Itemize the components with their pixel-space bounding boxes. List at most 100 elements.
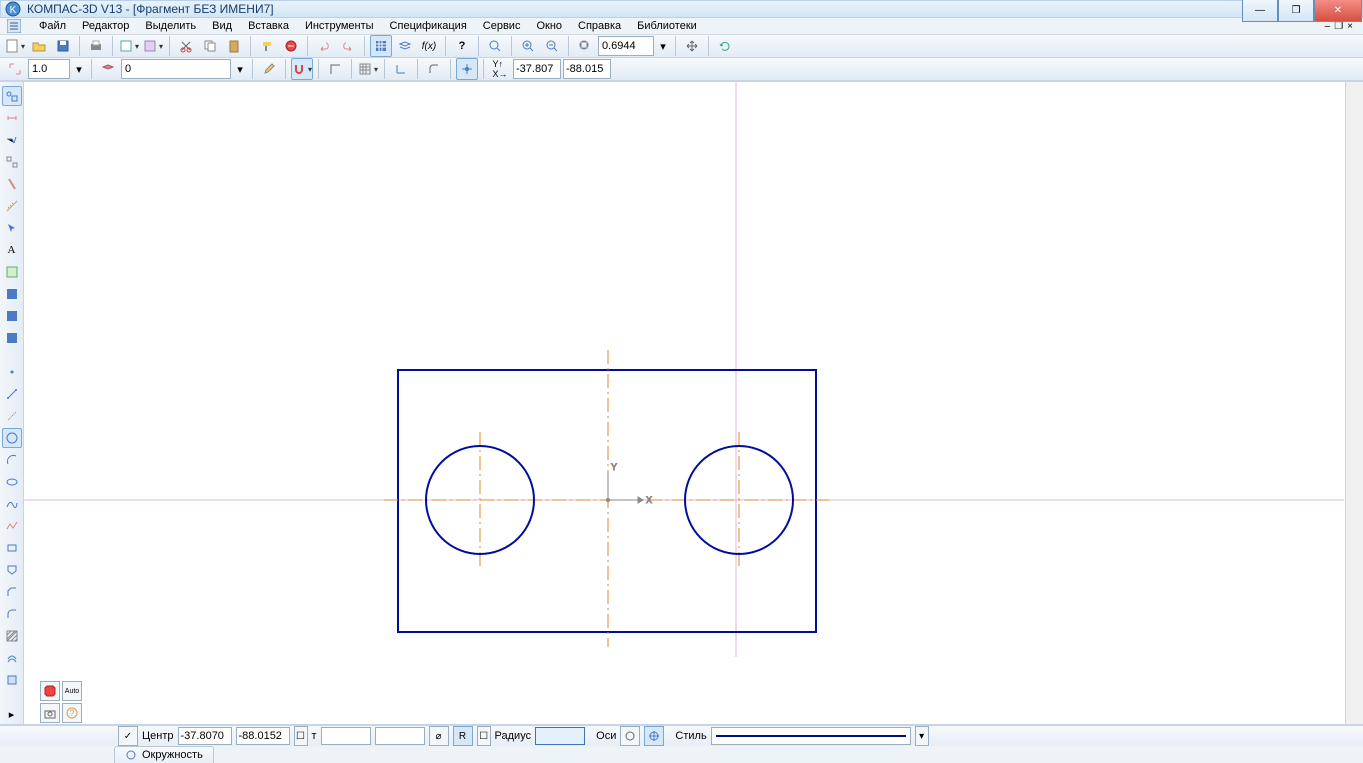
window-maximize-button[interactable]: ❐: [1278, 0, 1314, 22]
tab-circle[interactable]: Окружность: [114, 746, 214, 763]
open-button[interactable]: [28, 35, 50, 57]
t-lock-icon[interactable]: ☐: [294, 726, 308, 746]
preview-button[interactable]: [118, 35, 140, 57]
mdi-restore-icon[interactable]: ❐: [1334, 21, 1343, 32]
rect-tool[interactable]: [2, 538, 22, 558]
edit-panel-icon[interactable]: [2, 152, 22, 172]
radius-toggle[interactable]: R: [453, 726, 473, 746]
insert-panel-icon[interactable]: [2, 306, 22, 326]
mdi-close-icon[interactable]: ×: [1347, 21, 1353, 32]
menu-spec[interactable]: Спецификация: [383, 18, 474, 34]
menu-insert[interactable]: Вставка: [241, 18, 296, 34]
equidistant-tool[interactable]: [2, 648, 22, 668]
vertical-scrollbar[interactable]: [1345, 82, 1363, 724]
last-tool[interactable]: ▸: [2, 704, 22, 724]
zoom-value-input[interactable]: [598, 36, 654, 56]
new-button[interactable]: [4, 35, 26, 57]
window-minimize-button[interactable]: —: [1242, 0, 1278, 22]
save-button[interactable]: [52, 35, 74, 57]
pan-button[interactable]: [681, 35, 703, 57]
format-painter-button[interactable]: [256, 35, 278, 57]
fillet-tool[interactable]: [2, 604, 22, 624]
track-button[interactable]: [456, 58, 478, 80]
zoom-dropdown[interactable]: ▾: [656, 35, 670, 57]
radius-lock-icon[interactable]: ☐: [477, 726, 491, 746]
grid-button[interactable]: [357, 58, 379, 80]
scale-icon[interactable]: [4, 58, 26, 80]
axes-on-button[interactable]: [644, 726, 664, 746]
zoom-out-button[interactable]: [541, 35, 563, 57]
print-button[interactable]: [85, 35, 107, 57]
zoom-window-button[interactable]: [484, 35, 506, 57]
menu-window[interactable]: Окно: [529, 18, 569, 34]
annotations-panel-icon[interactable]: [2, 130, 22, 150]
diameter-toggle[interactable]: ⌀: [429, 726, 449, 746]
text-panel-icon[interactable]: A: [2, 240, 22, 260]
t1-input[interactable]: [321, 727, 371, 745]
style-dropdown[interactable]: [711, 727, 911, 745]
scale-dropdown[interactable]: ▾: [72, 58, 86, 80]
menu-libraries[interactable]: Библиотеки: [630, 18, 704, 34]
center-y-input[interactable]: [236, 727, 290, 745]
undo-button[interactable]: [313, 35, 335, 57]
cancel-button[interactable]: [280, 35, 302, 57]
menu-icon[interactable]: [6, 18, 22, 34]
hatch-tool[interactable]: [2, 626, 22, 646]
refresh-button[interactable]: [714, 35, 736, 57]
axes-off-button[interactable]: [620, 726, 640, 746]
zoom-in-button[interactable]: [517, 35, 539, 57]
more-panel-icon[interactable]: [2, 328, 22, 348]
layer-dropdown[interactable]: ▾: [233, 58, 247, 80]
style-dropdown-arrow[interactable]: ▾: [915, 726, 929, 746]
point-tool[interactable]: [2, 362, 22, 382]
menu-service[interactable]: Сервис: [476, 18, 528, 34]
spec-panel-icon[interactable]: [2, 262, 22, 282]
center-lock-icon[interactable]: ✓: [118, 726, 138, 746]
zoom-fit-button[interactable]: [574, 35, 596, 57]
drawing-canvas[interactable]: X Y: [24, 82, 1345, 724]
select-panel-icon[interactable]: [2, 218, 22, 238]
snap-button[interactable]: [291, 58, 313, 80]
variables-button[interactable]: f(x): [418, 35, 440, 57]
params-panel-icon[interactable]: [2, 174, 22, 194]
lcs-button[interactable]: [390, 58, 412, 80]
contour-tool[interactable]: [2, 560, 22, 580]
camera-icon[interactable]: [40, 703, 60, 723]
aux-line-tool[interactable]: [2, 406, 22, 426]
ortho-button[interactable]: [324, 58, 346, 80]
layer-input[interactable]: [121, 59, 231, 79]
stop-button[interactable]: [40, 681, 60, 701]
mdi-minimize-icon[interactable]: –: [1325, 21, 1331, 32]
radius-input[interactable]: [535, 727, 585, 745]
paste-button[interactable]: [223, 35, 245, 57]
dimensions-panel-icon[interactable]: [2, 108, 22, 128]
reports-panel-icon[interactable]: [2, 284, 22, 304]
properties-button[interactable]: [142, 35, 164, 57]
cut-button[interactable]: [175, 35, 197, 57]
menu-file[interactable]: Файл: [32, 18, 73, 34]
ellipse-tool[interactable]: [2, 472, 22, 492]
circle-tool[interactable]: [2, 428, 22, 448]
copy-props-tool[interactable]: [2, 670, 22, 690]
auto-button[interactable]: Auto: [62, 681, 82, 701]
menu-view[interactable]: Вид: [205, 18, 239, 34]
round-icon[interactable]: [423, 58, 445, 80]
chamfer-tool[interactable]: [2, 582, 22, 602]
line-tool[interactable]: [2, 384, 22, 404]
menu-editor[interactable]: Редактор: [75, 18, 136, 34]
measure-panel-icon[interactable]: [2, 196, 22, 216]
layer-icon[interactable]: [97, 58, 119, 80]
window-close-button[interactable]: ✕: [1314, 0, 1362, 22]
t2-input[interactable]: [375, 727, 425, 745]
geometry-panel-icon[interactable]: [2, 86, 22, 106]
redo-button[interactable]: [337, 35, 359, 57]
menu-select[interactable]: Выделить: [138, 18, 203, 34]
polyline-tool[interactable]: [2, 516, 22, 536]
layers-button[interactable]: [394, 35, 416, 57]
help-icon[interactable]: ?: [62, 703, 82, 723]
spline-tool[interactable]: [2, 494, 22, 514]
menu-tools[interactable]: Инструменты: [298, 18, 381, 34]
scale-input[interactable]: [28, 59, 70, 79]
copy-button[interactable]: [199, 35, 221, 57]
edit-button[interactable]: [258, 58, 280, 80]
